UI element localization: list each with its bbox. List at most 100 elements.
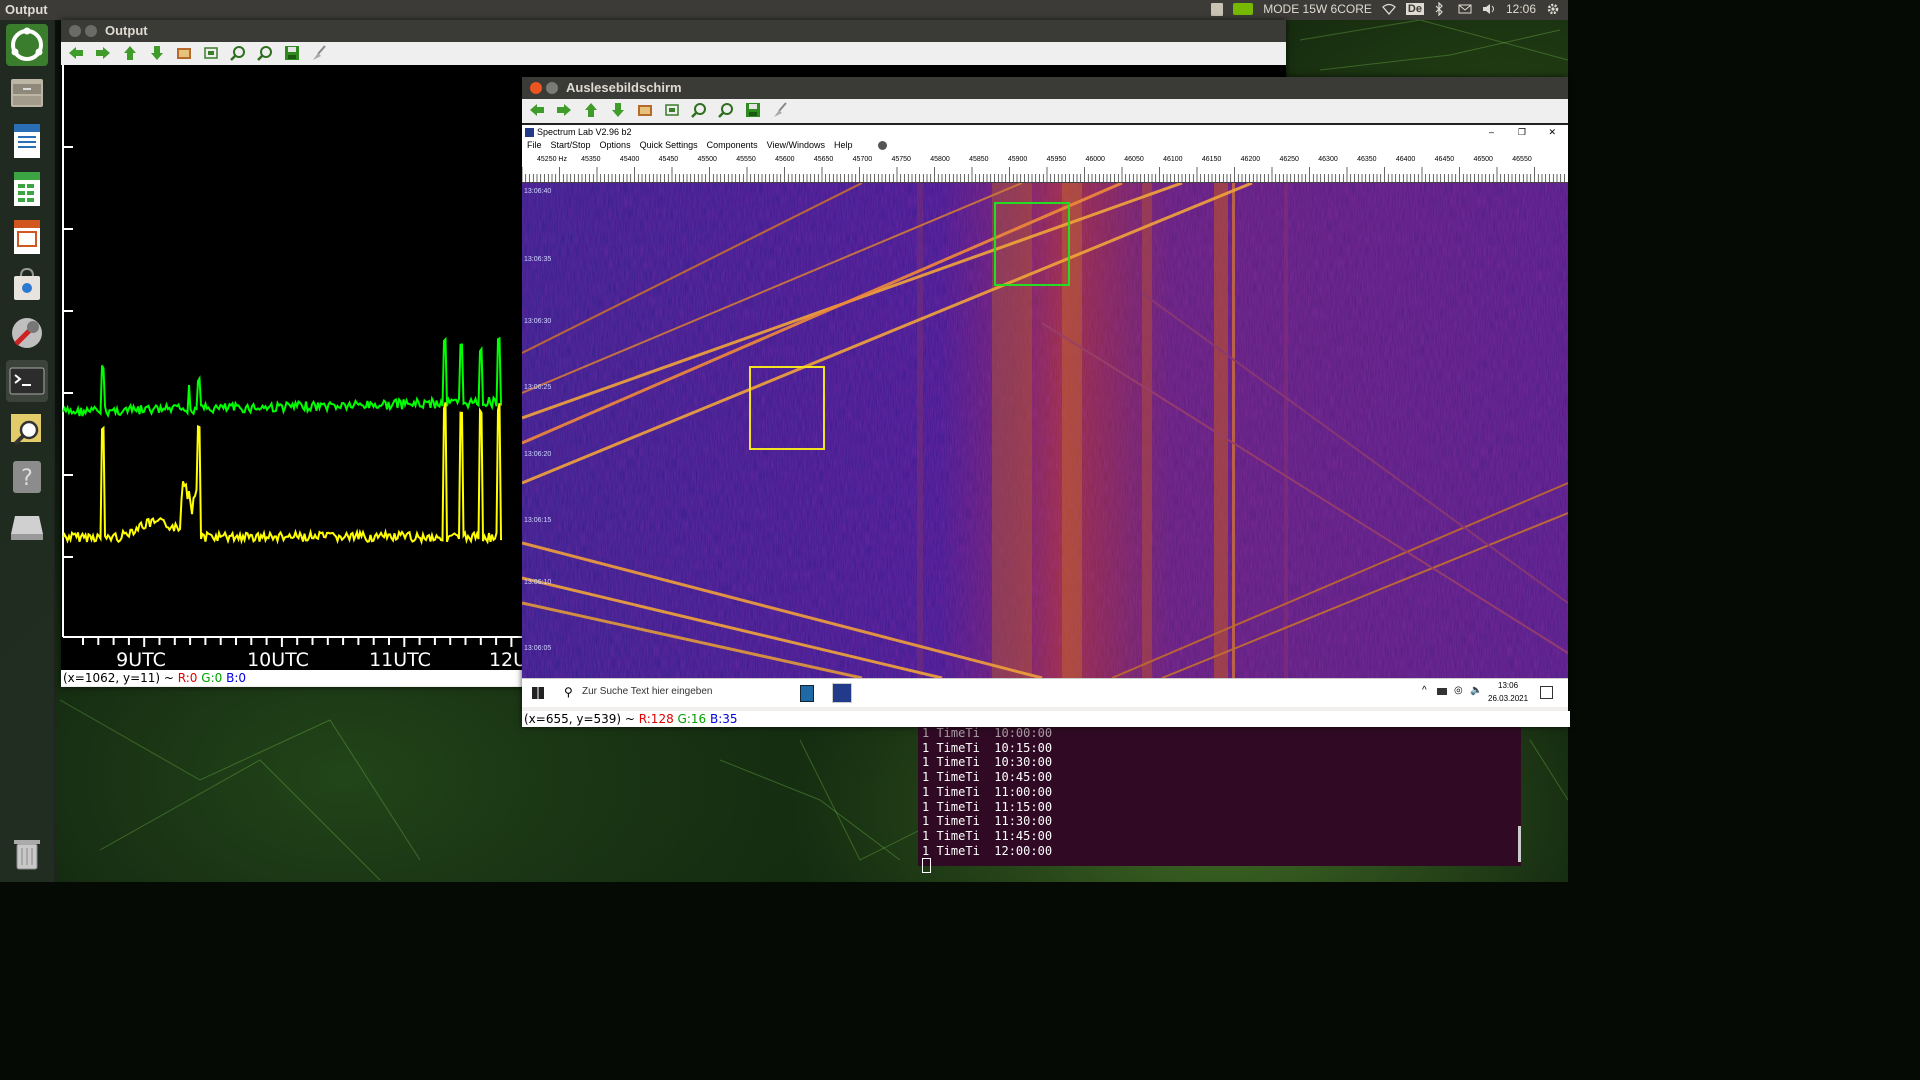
timeseries-plot: 9UTC 10UTC 11UTC 12U: [62, 65, 531, 670]
minimize-icon[interactable]: –: [1489, 125, 1494, 139]
save-disk-icon: [746, 103, 760, 117]
freq-label: 45550: [736, 156, 756, 163]
output-titlebar[interactable]: Output: [61, 20, 1286, 42]
trash-icon: [14, 840, 40, 870]
spectrum-lab-titlebar[interactable]: Spectrum Lab V2.96 b2 – ❐ ✕: [522, 125, 1568, 139]
close-button[interactable]: [530, 82, 542, 94]
tray-chevron-icon[interactable]: ^: [1422, 685, 1427, 696]
menu-quick-settings[interactable]: Quick Settings: [640, 139, 698, 152]
launcher-files-button[interactable]: [6, 72, 48, 114]
zoom-out-button[interactable]: [254, 43, 276, 63]
launcher-dash-button[interactable]: [6, 24, 48, 66]
files-icon[interactable]: [1211, 2, 1224, 16]
zoom-in-button[interactable]: [688, 100, 710, 120]
clear-button[interactable]: [769, 100, 791, 120]
waterfall-display[interactable]: 13:06:40 13:06:35 13:06:30 13:06:25 13:06:20…: [522, 183, 1568, 678]
menu-start-stop[interactable]: Start/Stop: [551, 139, 591, 152]
freq-label: 45350: [581, 156, 601, 163]
app-icon: [525, 128, 534, 137]
minimize-button[interactable]: [85, 25, 97, 37]
launcher-image-viewer-button[interactable]: [6, 408, 48, 450]
embedded-screenshot: Spectrum Lab V2.96 b2 – ❐ ✕ File Start/S…: [522, 123, 1568, 707]
tray-battery-icon[interactable]: [1437, 688, 1447, 695]
restore-icon[interactable]: ❐: [1518, 125, 1526, 139]
save-button[interactable]: [742, 100, 764, 120]
launcher-calc-button[interactable]: [6, 168, 48, 210]
keyboard-layout-indicator[interactable]: De: [1405, 3, 1424, 15]
fit-button[interactable]: [661, 100, 683, 120]
taskbar-date[interactable]: 26.03.2021: [1488, 694, 1528, 703]
wifi-icon[interactable]: [1381, 2, 1396, 16]
down-button[interactable]: [146, 43, 168, 63]
freq-label: 45450: [659, 156, 679, 163]
forward-button[interactable]: [553, 100, 575, 120]
launcher-terminal-button[interactable]: [6, 360, 48, 402]
forward-button[interactable]: [92, 43, 114, 63]
volume-icon[interactable]: [1482, 2, 1496, 16]
launcher-software-button[interactable]: [6, 264, 48, 306]
taskbar-time[interactable]: 13:06: [1498, 681, 1518, 690]
freq-label: 45600: [775, 156, 795, 163]
ubuntu-logo-icon: [11, 27, 43, 61]
launcher-drive-button[interactable]: [6, 504, 48, 546]
freq-label: 45800: [930, 156, 950, 163]
menu-components[interactable]: Components: [707, 139, 758, 152]
close-button[interactable]: [69, 25, 81, 37]
taskbar-search-input[interactable]: Zur Suche Text hier eingeben: [582, 686, 712, 697]
launcher-help-button[interactable]: ?: [6, 456, 48, 498]
spectrum-lab-taskbar-icon[interactable]: [832, 683, 852, 703]
down-button[interactable]: [607, 100, 629, 120]
zoom-in-button[interactable]: [227, 43, 249, 63]
notification-icon[interactable]: [1540, 686, 1553, 699]
record-indicator-icon[interactable]: [877, 141, 887, 150]
nvidia-icon[interactable]: [1233, 3, 1254, 15]
up-button[interactable]: [580, 100, 602, 120]
clear-button[interactable]: [308, 43, 330, 63]
settings-gear-icon[interactable]: [1546, 2, 1560, 16]
image-button[interactable]: [173, 43, 195, 63]
search-icon[interactable]: ⚲: [564, 685, 573, 699]
clock[interactable]: 12:06: [1506, 2, 1536, 16]
mail-icon[interactable]: [1458, 2, 1472, 16]
save-button[interactable]: [281, 43, 303, 63]
terminal-scrollbar[interactable]: [1518, 826, 1521, 862]
image-icon: [638, 105, 652, 116]
arrow-down-icon: [151, 46, 163, 60]
power-mode-label[interactable]: MODE 15W 6CORE: [1263, 2, 1372, 16]
red-value: R:128: [638, 712, 674, 726]
blue-value: B:0: [226, 671, 247, 685]
readout-titlebar[interactable]: Auslesebildschirm: [522, 77, 1568, 99]
tray-network-icon[interactable]: ◎: [1454, 685, 1463, 696]
image-button[interactable]: [634, 100, 656, 120]
zoom-out-icon: [257, 46, 272, 61]
launcher-writer-button[interactable]: [6, 120, 48, 162]
tray-volume-icon[interactable]: 🔈: [1470, 685, 1482, 696]
launcher-system-tools-button[interactable]: [6, 312, 48, 354]
cursor-coords: (x=1062, y=11) ~: [63, 671, 178, 685]
terminal-window[interactable]: 1 TimeTi 10:00:00 1 TimeTi 10:15:00 1 Ti…: [918, 726, 1521, 874]
terminal-line: 1 TimeTi 10:00:00: [922, 726, 1053, 740]
menu-options[interactable]: Options: [600, 139, 631, 152]
back-button[interactable]: [526, 100, 548, 120]
menu-view-windows[interactable]: View/Windows: [767, 139, 825, 152]
menu-help[interactable]: Help: [834, 139, 853, 152]
minimize-button[interactable]: [546, 82, 558, 94]
zoom-out-button[interactable]: [715, 100, 737, 120]
launcher-trash-button[interactable]: [6, 832, 48, 874]
calculator-icon[interactable]: [800, 685, 814, 702]
launcher-impress-button[interactable]: [6, 216, 48, 258]
back-button[interactable]: [65, 43, 87, 63]
shopping-bag-icon: [14, 267, 40, 300]
up-button[interactable]: [119, 43, 141, 63]
close-icon[interactable]: ✕: [1548, 125, 1556, 139]
yellow-trace: [62, 402, 502, 546]
freq-label: 45700: [853, 156, 873, 163]
spreadsheet-icon: [14, 172, 40, 206]
menu-file[interactable]: File: [527, 139, 542, 152]
freq-label: 45500: [697, 156, 717, 163]
terminal-line: 1 TimeTi 10:45:00: [922, 770, 1053, 785]
windows-start-icon[interactable]: [532, 687, 544, 699]
carrier-stripe: [917, 183, 923, 678]
fit-button[interactable]: [200, 43, 222, 63]
bluetooth-icon[interactable]: [1434, 1, 1448, 17]
